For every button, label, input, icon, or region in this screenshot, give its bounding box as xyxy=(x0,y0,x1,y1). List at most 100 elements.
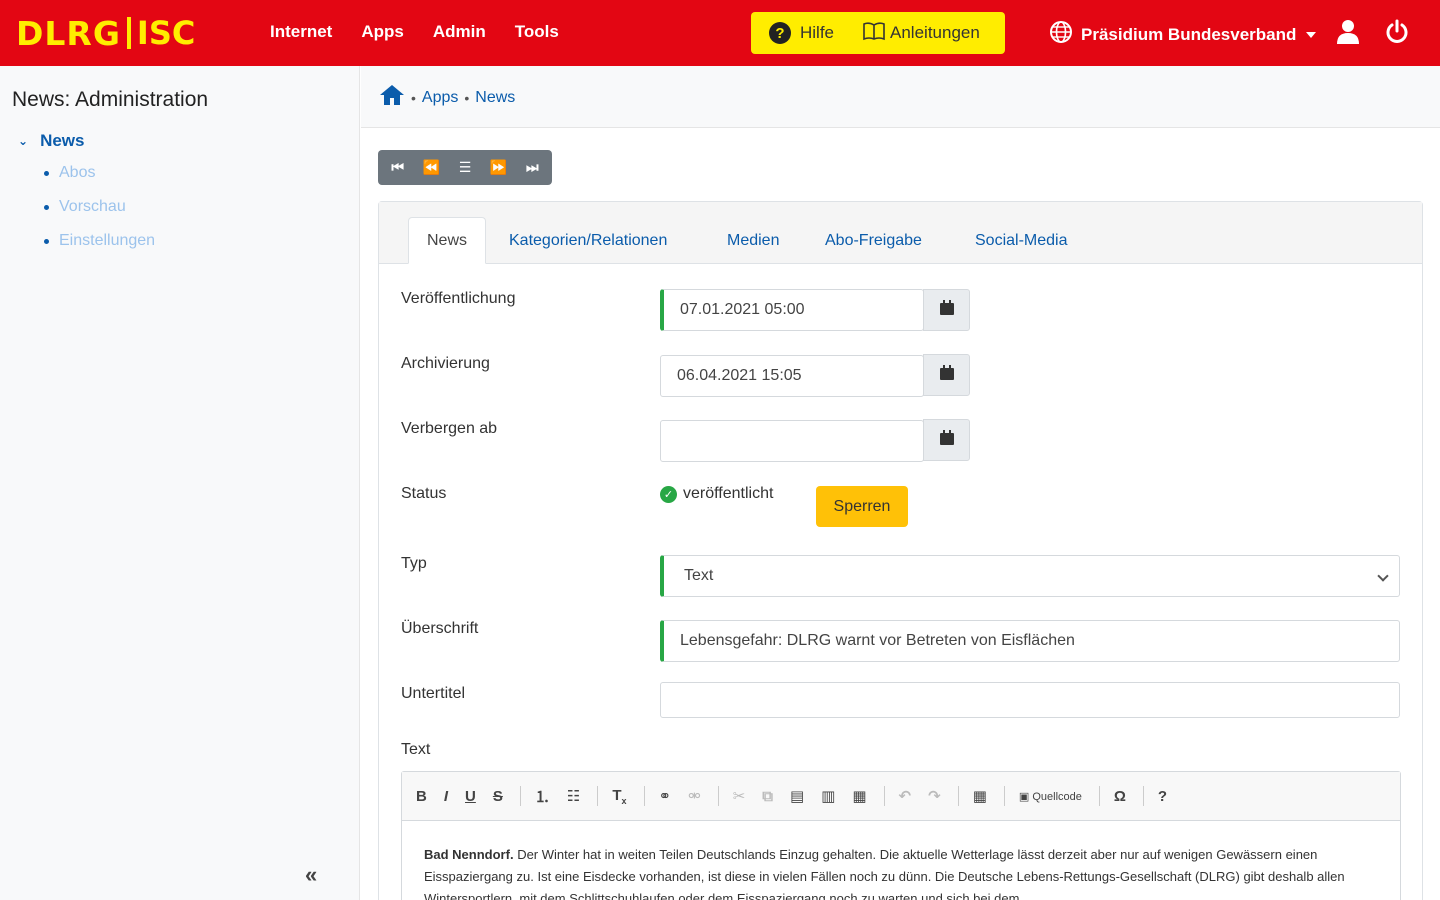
breadcrumb-apps[interactable]: Apps xyxy=(422,89,458,107)
paste-word-icon[interactable]: ▦ xyxy=(852,787,866,805)
numbered-list-icon[interactable]: ⒈ xyxy=(535,786,550,807)
editor-lead: Bad Nenndorf. xyxy=(424,847,514,862)
status-label: Status xyxy=(401,485,447,502)
headline-label: Überschrift xyxy=(401,620,479,637)
power-icon[interactable] xyxy=(1384,19,1410,50)
record-pager: ⏮ ⏪ ☰ ⏩ ⏭ xyxy=(378,150,552,185)
paste-icon[interactable]: ▤ xyxy=(790,787,804,805)
bullet-icon xyxy=(44,238,49,244)
editor-body-text: Der Winter hat in weiten Teilen Deutschl… xyxy=(424,847,1345,900)
help-icon[interactable]: ? xyxy=(1158,788,1167,805)
type-select-value: Text xyxy=(684,567,714,584)
redo-icon[interactable]: ↷ xyxy=(928,787,941,805)
source-icon: ▣ xyxy=(1018,790,1033,803)
source-code-button[interactable]: ▣ Quellcode xyxy=(1019,790,1082,803)
toolbar-divider xyxy=(1098,786,1100,806)
status-value: ✓ veröffentlicht xyxy=(660,485,773,503)
previous-record-button[interactable]: ⏪ xyxy=(423,159,440,176)
special-character-icon[interactable]: Ω xyxy=(1114,788,1126,805)
question-circle-icon: ? xyxy=(769,22,791,44)
underline-button[interactable]: U xyxy=(465,788,476,805)
tab-kategorien-relationen[interactable]: Kategorien/Relationen xyxy=(491,217,685,264)
book-icon xyxy=(862,21,886,46)
editor-content[interactable]: Bad Nenndorf. Der Winter hat in weiten T… xyxy=(424,844,1354,900)
sidebar-item-vorschau[interactable]: Vorschau xyxy=(44,198,126,216)
help-link[interactable]: Hilfe xyxy=(800,23,834,43)
sidebar-item-label: Vorschau xyxy=(59,198,126,215)
italic-button[interactable]: I xyxy=(444,788,448,805)
archive-calendar-button[interactable] xyxy=(923,354,970,396)
subtitle-input[interactable] xyxy=(660,682,1400,718)
bullet-list-icon[interactable]: ☷ xyxy=(567,787,580,805)
bold-button[interactable]: B xyxy=(416,788,427,805)
type-label: Typ xyxy=(401,555,427,572)
tab-social-media[interactable]: Social-Media xyxy=(957,217,1085,264)
home-icon[interactable] xyxy=(379,84,405,111)
nav-tools[interactable]: Tools xyxy=(515,22,559,42)
dlrg-logo[interactable]: DLRG ISC xyxy=(16,13,195,53)
organization-label: Präsidium Bundesverband xyxy=(1081,24,1297,44)
type-select[interactable]: Text xyxy=(660,555,1400,597)
top-nav: Internet Apps Admin Tools xyxy=(270,22,559,42)
breadcrumb: • Apps • News xyxy=(379,84,515,111)
breadcrumb-bar: • Apps • News xyxy=(361,66,1440,128)
status-text: veröffentlicht xyxy=(683,485,774,502)
cut-icon[interactable]: ✂ xyxy=(733,787,746,805)
collapse-sidebar-button[interactable]: « xyxy=(305,862,317,888)
user-icon[interactable] xyxy=(1336,19,1360,50)
link-icon[interactable]: ⚭ xyxy=(659,787,672,805)
next-record-button[interactable]: ⏩ xyxy=(490,159,507,176)
headline-input[interactable]: Lebensgefahr: DLRG warnt vor Betreten vo… xyxy=(660,620,1400,662)
undo-icon[interactable]: ↶ xyxy=(899,787,912,805)
archive-label: Archivierung xyxy=(401,355,490,372)
guides-link[interactable]: Anleitungen xyxy=(890,23,980,43)
calendar-icon xyxy=(939,300,954,320)
table-icon[interactable]: ▦ xyxy=(973,787,987,805)
hide-from-label: Verbergen ab xyxy=(401,420,498,437)
toolbar-divider xyxy=(643,786,645,806)
chevron-down-icon xyxy=(1306,31,1317,38)
sidebar-title: News: Administration xyxy=(12,88,209,111)
bullet-icon xyxy=(44,204,49,210)
strikethrough-button[interactable]: S xyxy=(493,788,503,805)
nav-admin[interactable]: Admin xyxy=(433,22,486,42)
breadcrumb-separator: • xyxy=(464,89,470,106)
archive-date-input[interactable]: 06.04.2021 15:05 xyxy=(660,355,924,397)
organization-selector[interactable]: Präsidium Bundesverband xyxy=(1049,20,1317,49)
tab-abo-freigabe[interactable]: Abo-Freigabe xyxy=(807,217,940,264)
lock-button[interactable]: Sperren xyxy=(816,486,908,527)
first-record-button[interactable]: ⏮ xyxy=(391,159,404,176)
tab-bar: News Kategorien/Relationen Medien Abo-Fr… xyxy=(379,202,1422,264)
sidebar: News: Administration ⌄ News Abos Vorscha… xyxy=(0,66,360,900)
remove-format-icon[interactable]: Tx xyxy=(612,787,626,806)
text-label: Text xyxy=(401,741,431,758)
breadcrumb-news[interactable]: News xyxy=(475,89,515,107)
subtitle-label: Untertitel xyxy=(401,685,466,702)
nav-internet[interactable]: Internet xyxy=(270,22,332,42)
publish-date-input[interactable]: 07.01.2021 05:00 xyxy=(660,289,924,331)
sidebar-item-einstellungen[interactable]: Einstellungen xyxy=(44,232,155,250)
help-box: ? Hilfe Anleitungen xyxy=(751,12,1005,54)
bullet-icon xyxy=(44,170,49,176)
tab-medien[interactable]: Medien xyxy=(709,217,797,264)
copy-icon[interactable]: ⧉ xyxy=(762,788,773,805)
publish-calendar-button[interactable] xyxy=(923,289,970,331)
nav-apps[interactable]: Apps xyxy=(361,22,404,42)
calendar-icon xyxy=(939,365,954,385)
paste-text-icon[interactable]: ▥ xyxy=(821,787,835,805)
sidebar-item-abos[interactable]: Abos xyxy=(44,164,95,182)
hide-from-calendar-button[interactable] xyxy=(923,419,970,461)
last-record-button[interactable]: ⏭ xyxy=(526,159,539,176)
toolbar-divider xyxy=(1003,786,1005,806)
sidebar-section-label: News xyxy=(40,131,85,150)
toolbar-divider xyxy=(1142,786,1144,806)
hide-from-date-input[interactable] xyxy=(660,420,924,462)
sidebar-item-news[interactable]: ⌄ News xyxy=(18,131,84,151)
list-button[interactable]: ☰ xyxy=(459,159,472,176)
unlink-icon[interactable]: ⚮ xyxy=(688,787,701,805)
check-circle-icon: ✓ xyxy=(660,485,677,503)
publish-label: Veröffentlichung xyxy=(401,290,516,307)
logo-text: DLRG xyxy=(16,13,121,53)
logo-separator xyxy=(126,17,131,49)
tab-news[interactable]: News xyxy=(408,217,487,264)
